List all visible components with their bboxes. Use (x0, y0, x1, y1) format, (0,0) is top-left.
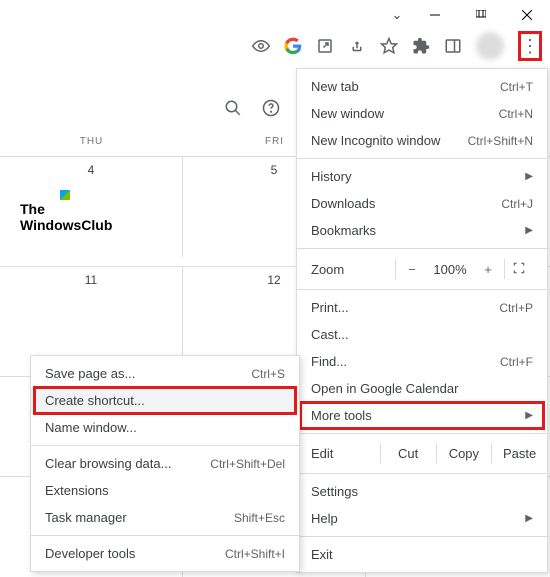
menu-exit[interactable]: Exit (297, 541, 547, 568)
menu-history[interactable]: History▶ (297, 163, 547, 190)
submenu-clear-data[interactable]: Clear browsing data...Ctrl+Shift+Del (31, 450, 299, 477)
menu-copy[interactable]: Copy (436, 444, 492, 463)
windowsclub-logo: The WindowsClub (20, 187, 112, 233)
chevron-right-icon: ▶ (525, 410, 533, 421)
submenu-create-shortcut[interactable]: Create shortcut... (31, 387, 299, 414)
menu-settings[interactable]: Settings (297, 478, 547, 505)
chevron-right-icon: ▶ (525, 513, 533, 524)
eye-icon[interactable] (252, 37, 270, 55)
open-icon[interactable] (316, 37, 334, 55)
menu-incognito[interactable]: New Incognito windowCtrl+Shift+N (297, 127, 547, 154)
menu-button[interactable]: ⋮ (518, 31, 542, 61)
chevron-right-icon: ▶ (525, 171, 533, 182)
menu-new-tab[interactable]: New tabCtrl+T (297, 73, 547, 100)
zoom-out-button[interactable]: − (396, 262, 428, 277)
menu-edit-row: Edit Cut Copy Paste (297, 438, 547, 469)
help-icon[interactable] (262, 99, 280, 117)
menu-paste[interactable]: Paste (491, 444, 547, 463)
zoom-in-button[interactable]: + (472, 262, 504, 277)
day-number: 4 (6, 163, 176, 177)
chevron-right-icon: ▶ (525, 225, 533, 236)
google-icon[interactable] (284, 37, 302, 55)
panel-icon[interactable] (444, 37, 462, 55)
menu-open-in[interactable]: Open in Google Calendar (297, 375, 547, 402)
maximize-button[interactable] (458, 0, 504, 30)
fullscreen-button[interactable] (505, 261, 533, 278)
menu-bookmarks[interactable]: Bookmarks▶ (297, 217, 547, 244)
chrome-menu: New tabCtrl+T New windowCtrl+N New Incog… (296, 68, 548, 573)
extension-icon[interactable] (412, 37, 430, 55)
calendar-cell[interactable]: 4 The WindowsClub (0, 157, 183, 257)
minimize-button[interactable] (412, 0, 458, 30)
submenu-save-page[interactable]: Save page as...Ctrl+S (31, 360, 299, 387)
menu-downloads[interactable]: DownloadsCtrl+J (297, 190, 547, 217)
search-icon[interactable] (224, 99, 242, 117)
submenu-task-manager[interactable]: Task managerShift+Esc (31, 504, 299, 531)
calendar-cell[interactable]: 11 (0, 267, 183, 367)
submenu-dev-tools[interactable]: Developer toolsCtrl+Shift+I (31, 540, 299, 567)
zoom-level: 100% (428, 262, 472, 277)
menu-cut[interactable]: Cut (380, 444, 436, 463)
menu-find[interactable]: Find...Ctrl+F (297, 348, 547, 375)
submenu-extensions[interactable]: Extensions (31, 477, 299, 504)
menu-print[interactable]: Print...Ctrl+P (297, 294, 547, 321)
menu-help[interactable]: Help▶ (297, 505, 547, 532)
close-button[interactable] (504, 0, 550, 30)
menu-more-tools[interactable]: More tools▶ (297, 402, 547, 429)
window-caret[interactable]: ⌄ (382, 7, 412, 23)
menu-cast[interactable]: Cast... (297, 321, 547, 348)
col-header-thu: THU (0, 130, 183, 156)
submenu-name-window[interactable]: Name window... (31, 414, 299, 441)
more-tools-submenu: Save page as...Ctrl+S Create shortcut...… (30, 355, 300, 572)
day-number: 11 (6, 273, 176, 287)
star-icon[interactable] (380, 37, 398, 55)
share-icon[interactable] (348, 37, 366, 55)
profile-avatar[interactable] (476, 32, 504, 60)
menu-new-window[interactable]: New windowCtrl+N (297, 100, 547, 127)
menu-zoom: Zoom − 100% + (297, 253, 547, 285)
